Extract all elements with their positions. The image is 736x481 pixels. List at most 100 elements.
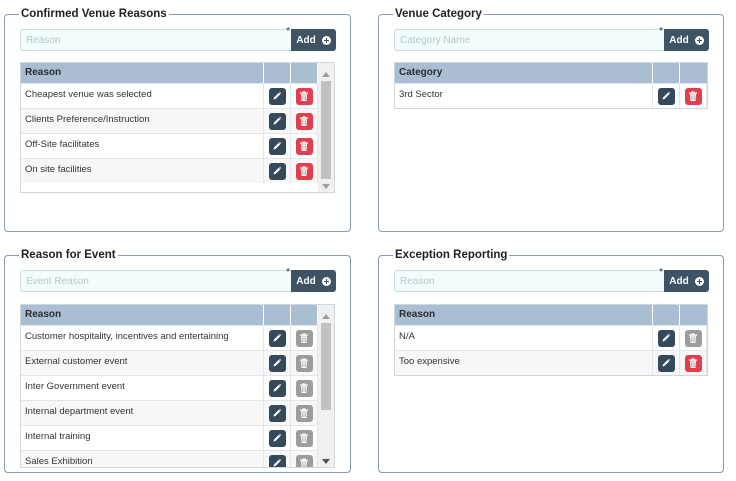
pencil-icon[interactable] [268, 354, 286, 372]
add-label: Add [296, 275, 316, 287]
panel-venue-category: Venue Category * Add Category 3rd Sector [378, 7, 724, 232]
add-label: Add [669, 34, 689, 46]
delete-cell [680, 84, 707, 108]
trash-icon [295, 429, 313, 447]
trash-icon[interactable] [684, 354, 702, 372]
trash-icon[interactable] [295, 112, 313, 130]
trash-icon[interactable] [684, 87, 702, 105]
table-row[interactable]: Internal training [21, 425, 318, 450]
pencil-icon[interactable] [268, 137, 286, 155]
event-reason-input[interactable] [21, 271, 291, 292]
pencil-icon[interactable] [268, 87, 286, 105]
table-row[interactable]: N/A [395, 325, 707, 350]
add-button[interactable]: Add [291, 29, 336, 51]
vertical-scrollbar[interactable] [318, 313, 334, 467]
pencil-icon[interactable] [268, 112, 286, 130]
table-row[interactable]: External customer event [21, 350, 318, 375]
add-button[interactable]: Add [664, 270, 709, 292]
column-header-delete [680, 63, 707, 83]
row-label: Too expensive [395, 351, 653, 375]
column-header-reason: Reason [395, 305, 653, 325]
pencil-icon[interactable] [268, 329, 286, 347]
add-button[interactable]: Add [291, 270, 336, 292]
exception-reason-input[interactable] [395, 271, 664, 292]
edit-cell [264, 451, 291, 467]
add-label: Add [296, 34, 316, 46]
column-header-category: Category [395, 63, 653, 83]
scroll-up-arrow[interactable] [318, 309, 334, 323]
table-row[interactable]: On site facilities [21, 158, 318, 183]
scroll-down-arrow[interactable] [318, 454, 334, 467]
plus-circle-icon [694, 35, 704, 45]
pencil-icon[interactable] [657, 329, 675, 347]
table-row[interactable]: Customer hospitality, incentives and ent… [21, 325, 318, 350]
reason-input[interactable] [21, 30, 291, 51]
exception-grid: Reason N/A Too expensive [394, 304, 708, 376]
pencil-icon[interactable] [657, 354, 675, 372]
vertical-scrollbar[interactable] [318, 71, 334, 192]
column-header-delete [291, 63, 318, 83]
panel-title: Reason for Event [19, 248, 118, 262]
panel-title: Exception Reporting [393, 248, 510, 262]
plus-circle-icon [694, 276, 704, 286]
table-row[interactable]: Cheapest venue was selected [21, 83, 318, 108]
panel-confirmed-venue-reasons: Confirmed Venue Reasons * Add Reason Che… [4, 7, 351, 232]
grid-header: Reason [21, 305, 334, 325]
grid-rows: Cheapest venue was selected Clients Prefe… [21, 83, 318, 192]
table-row[interactable]: Clients Preference/Instruction [21, 108, 318, 133]
trash-icon[interactable] [295, 87, 313, 105]
grid-rows: Customer hospitality, incentives and ent… [21, 325, 318, 467]
delete-cell [680, 326, 707, 350]
panel-title: Confirmed Venue Reasons [19, 7, 169, 21]
pencil-icon[interactable] [657, 87, 675, 105]
add-label: Add [669, 275, 689, 287]
column-header-delete [680, 305, 707, 325]
scroll-down-arrow[interactable] [318, 179, 334, 192]
pencil-icon[interactable] [268, 404, 286, 422]
table-row[interactable]: Inter Government event [21, 375, 318, 400]
trash-icon [295, 354, 313, 372]
column-header-edit [653, 305, 680, 325]
pencil-icon[interactable] [268, 162, 286, 180]
table-row[interactable]: Sales Exhibition [21, 450, 318, 467]
grid-header: Category [395, 63, 707, 83]
row-label: Cheapest venue was selected [21, 84, 264, 108]
required-marker: * [659, 26, 663, 37]
edit-cell [264, 351, 291, 375]
trash-icon[interactable] [295, 137, 313, 155]
column-header-reason: Reason [21, 63, 264, 83]
scroll-thumb[interactable] [321, 81, 331, 179]
add-exception-row: * Add [394, 267, 709, 292]
add-reason-row: * Add [20, 27, 336, 51]
required-marker: * [659, 267, 663, 278]
column-header-edit [264, 63, 291, 83]
edit-cell [264, 159, 291, 183]
trash-icon[interactable] [295, 162, 313, 180]
event-reasons-grid: Reason Customer hospitality, incentives … [20, 304, 335, 468]
pencil-icon[interactable] [268, 454, 286, 467]
table-row[interactable]: Too expensive [395, 350, 707, 375]
grid-header: Reason [21, 63, 334, 83]
scroll-up-arrow[interactable] [318, 67, 334, 81]
delete-cell [291, 134, 318, 158]
row-label: Clients Preference/Instruction [21, 109, 264, 133]
row-label: Internal department event [21, 401, 264, 425]
edit-cell [653, 326, 680, 350]
pencil-icon[interactable] [268, 379, 286, 397]
delete-cell [291, 451, 318, 467]
add-button[interactable]: Add [664, 29, 709, 51]
exception-input-wrapper: * [394, 267, 664, 292]
add-category-row: * Add [394, 26, 709, 51]
edit-cell [264, 401, 291, 425]
grid-rows: N/A Too expensive [395, 325, 707, 375]
table-row[interactable]: Internal department event [21, 400, 318, 425]
scroll-thumb[interactable] [321, 323, 331, 410]
table-row[interactable]: Off-Site facilitates [21, 133, 318, 158]
required-marker: * [286, 267, 290, 278]
delete-cell [291, 426, 318, 450]
pencil-icon[interactable] [268, 429, 286, 447]
table-row[interactable]: 3rd Sector [395, 83, 707, 108]
row-label: On site facilities [21, 159, 264, 183]
category-name-input[interactable] [395, 30, 664, 51]
delete-cell [291, 109, 318, 133]
